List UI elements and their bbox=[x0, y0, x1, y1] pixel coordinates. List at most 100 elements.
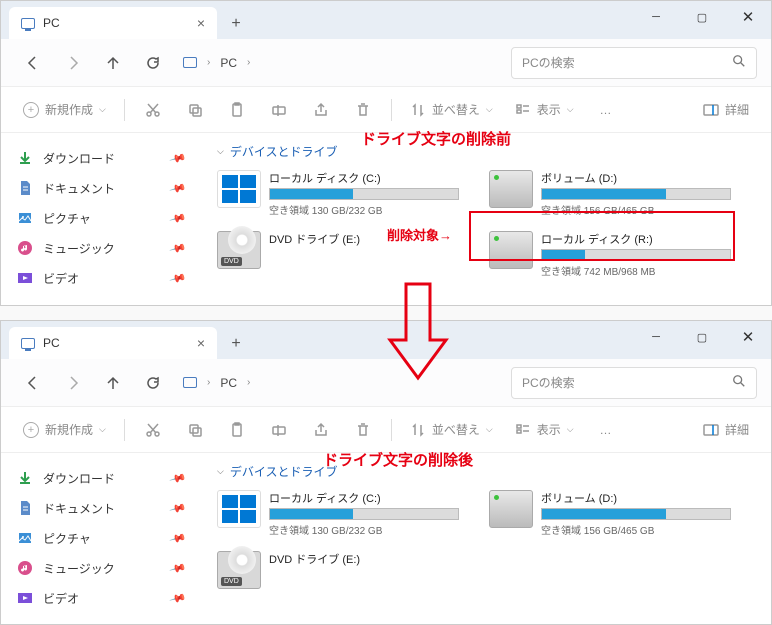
drive-name: ローカル ディスク (C:) bbox=[269, 490, 459, 506]
rename-button[interactable] bbox=[261, 94, 297, 126]
tab-close-icon[interactable]: × bbox=[197, 15, 205, 31]
more-button[interactable]: … bbox=[588, 94, 624, 126]
new-tab-button[interactable]: + bbox=[221, 329, 251, 359]
minimize-button[interactable]: ─ bbox=[633, 1, 679, 33]
view-button[interactable]: 表示⌵ bbox=[507, 414, 582, 446]
drive-item[interactable]: ボリューム (D:)空き領域 156 GB/465 GB bbox=[489, 170, 731, 217]
refresh-button[interactable] bbox=[135, 365, 171, 401]
up-button[interactable] bbox=[95, 365, 131, 401]
chevron-down-icon: ⌵ bbox=[486, 424, 493, 435]
new-button[interactable]: +新規作成⌵ bbox=[15, 94, 114, 126]
view-button[interactable]: 表示⌵ bbox=[507, 94, 582, 126]
close-button[interactable]: ✕ bbox=[725, 1, 771, 33]
sidebar-item[interactable]: ドキュメント📌 bbox=[1, 173, 201, 203]
address-bar[interactable]: › PC › bbox=[183, 376, 250, 390]
share-button[interactable] bbox=[303, 414, 339, 446]
drive-icon bbox=[217, 170, 261, 208]
sidebar-item[interactable]: ダウンロード📌 bbox=[1, 143, 201, 173]
rename-button[interactable] bbox=[261, 414, 297, 446]
address-bar[interactable]: › PC › bbox=[183, 56, 250, 70]
sidebar-item[interactable]: ダウンロード📌 bbox=[1, 463, 201, 493]
refresh-button[interactable] bbox=[135, 45, 171, 81]
details-pane-button[interactable]: 詳細 bbox=[695, 414, 757, 446]
cut-button[interactable] bbox=[135, 414, 171, 446]
drive-item[interactable]: DVD ドライブ (E:) bbox=[217, 231, 459, 278]
back-button[interactable] bbox=[15, 45, 51, 81]
forward-button[interactable] bbox=[55, 45, 91, 81]
pictures-icon bbox=[17, 210, 33, 226]
delete-button[interactable] bbox=[345, 94, 381, 126]
plus-circle-icon: + bbox=[23, 102, 39, 118]
minimize-button[interactable]: ─ bbox=[633, 321, 679, 353]
download-icon bbox=[17, 150, 33, 166]
delete-button[interactable] bbox=[345, 414, 381, 446]
drive-item[interactable]: DVD ドライブ (E:) bbox=[217, 551, 459, 589]
sidebar-item[interactable]: ミュージック📌 bbox=[1, 553, 201, 583]
details-pane-button[interactable]: 詳細 bbox=[695, 94, 757, 126]
section-header[interactable]: ⌵デバイスとドライブ bbox=[217, 463, 755, 480]
videos-icon bbox=[17, 590, 33, 606]
close-button[interactable]: ✕ bbox=[725, 321, 771, 353]
search-placeholder: PCの検索 bbox=[522, 374, 575, 391]
copy-button[interactable] bbox=[177, 94, 213, 126]
toolbar: +新規作成⌵ 並べ替え⌵ 表示⌵ … 詳細 bbox=[1, 87, 771, 133]
sort-button[interactable]: 並べ替え⌵ bbox=[402, 94, 501, 126]
chevron-down-icon: ⌵ bbox=[486, 104, 493, 115]
chevron-down-icon: ⌵ bbox=[567, 424, 574, 435]
chevron-down-icon: ⌵ bbox=[99, 104, 106, 115]
pc-icon bbox=[21, 18, 35, 29]
sidebar-item[interactable]: ミュージック📌 bbox=[1, 233, 201, 263]
sidebar-label: ダウンロード bbox=[43, 470, 115, 487]
drive-name: DVD ドライブ (E:) bbox=[269, 551, 459, 567]
music-icon bbox=[17, 240, 33, 256]
up-button[interactable] bbox=[95, 45, 131, 81]
new-tab-button[interactable]: + bbox=[221, 9, 251, 39]
sort-button[interactable]: 並べ替え⌵ bbox=[402, 414, 501, 446]
maximize-button[interactable]: ▢ bbox=[679, 1, 725, 33]
paste-button[interactable] bbox=[219, 414, 255, 446]
copy-button[interactable] bbox=[177, 414, 213, 446]
main-area: ⌵デバイスとドライブ ドライブ文字の削除後 ローカル ディスク (C:)空き領域… bbox=[201, 453, 771, 624]
paste-button[interactable] bbox=[219, 94, 255, 126]
section-header[interactable]: ⌵デバイスとドライブ bbox=[217, 143, 755, 160]
tab-close-icon[interactable]: × bbox=[197, 335, 205, 351]
pictures-icon bbox=[17, 530, 33, 546]
cut-button[interactable] bbox=[135, 94, 171, 126]
breadcrumb-pc[interactable]: PC bbox=[220, 56, 237, 70]
maximize-button[interactable]: ▢ bbox=[679, 321, 725, 353]
drive-item[interactable]: ローカル ディスク (R:)空き領域 742 MB/968 MB bbox=[489, 231, 731, 278]
sidebar-item[interactable]: ピクチャ📌 bbox=[1, 523, 201, 553]
sidebar-item[interactable]: ビデオ📌 bbox=[1, 263, 201, 293]
drive-name: ボリューム (D:) bbox=[541, 170, 731, 186]
tab-pc[interactable]: PC × bbox=[9, 327, 217, 359]
chevron-icon: › bbox=[207, 57, 210, 68]
pin-icon: 📌 bbox=[169, 209, 187, 227]
drive-capacity-bar bbox=[269, 508, 459, 520]
sidebar-item[interactable]: ドキュメント📌 bbox=[1, 493, 201, 523]
window-controls: ─ ▢ ✕ bbox=[633, 321, 771, 353]
search-input[interactable]: PCの検索 bbox=[511, 367, 757, 399]
drive-item[interactable]: ローカル ディスク (C:)空き領域 130 GB/232 GB bbox=[217, 170, 459, 217]
drives-grid: ローカル ディスク (C:)空き領域 130 GB/232 GB ボリューム (D… bbox=[217, 170, 755, 278]
sidebar-label: ドキュメント bbox=[43, 500, 115, 517]
sidebar-label: ミュージック bbox=[43, 560, 115, 577]
content: ダウンロード📌ドキュメント📌ピクチャ📌ミュージック📌ビデオ📌 ⌵デバイスとドライ… bbox=[1, 453, 771, 624]
share-button[interactable] bbox=[303, 94, 339, 126]
back-button[interactable] bbox=[15, 365, 51, 401]
breadcrumb-pc[interactable]: PC bbox=[220, 376, 237, 390]
more-button[interactable]: … bbox=[588, 414, 624, 446]
tab-title: PC bbox=[43, 336, 60, 350]
drive-item[interactable]: ボリューム (D:)空き領域 156 GB/465 GB bbox=[489, 490, 731, 537]
pin-icon: 📌 bbox=[169, 149, 187, 167]
forward-button[interactable] bbox=[55, 365, 91, 401]
sidebar-item[interactable]: ピクチャ📌 bbox=[1, 203, 201, 233]
document-icon bbox=[17, 500, 33, 516]
pc-icon bbox=[21, 338, 35, 349]
sidebar-item[interactable]: ビデオ📌 bbox=[1, 583, 201, 613]
drive-icon bbox=[489, 170, 533, 208]
drive-icon bbox=[217, 490, 261, 528]
drive-item[interactable]: ローカル ディスク (C:)空き領域 130 GB/232 GB bbox=[217, 490, 459, 537]
tab-pc[interactable]: PC × bbox=[9, 7, 217, 39]
search-input[interactable]: PCの検索 bbox=[511, 47, 757, 79]
new-button[interactable]: +新規作成⌵ bbox=[15, 414, 114, 446]
